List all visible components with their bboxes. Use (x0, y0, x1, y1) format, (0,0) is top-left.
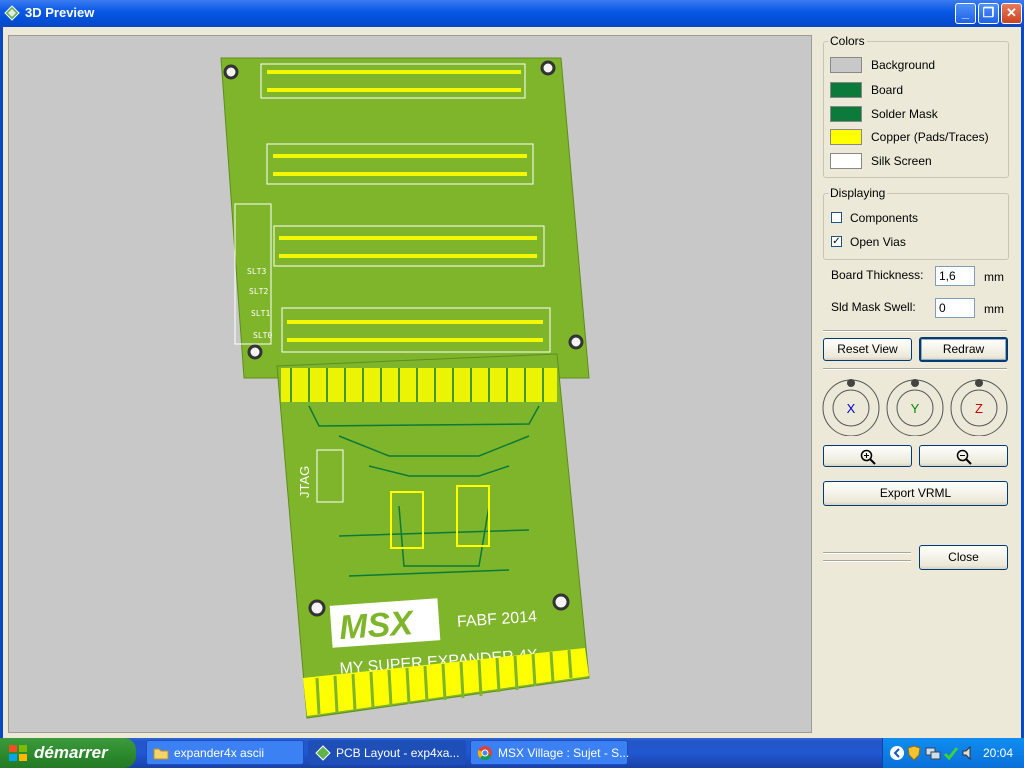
separator (823, 368, 1007, 370)
window-title: 3D Preview (25, 5, 95, 20)
slot-label-0: SLT0 (253, 331, 272, 340)
reset-view-button[interactable]: Reset View (823, 338, 912, 361)
slot-label-1: SLT1 (251, 309, 270, 318)
tray-arrow-icon[interactable] (889, 745, 905, 761)
pcb-board-upper (220, 57, 590, 379)
task-browser[interactable]: MSX Village : Sujet - S... (470, 740, 630, 765)
pcb-app-icon (315, 745, 331, 761)
network-icon[interactable] (925, 745, 941, 761)
zoom-in-icon (860, 449, 876, 465)
slot-label-2: SLT2 (249, 287, 268, 296)
solder-mask-color-label: Solder Mask (871, 107, 938, 121)
clock: 20:04 (983, 746, 1014, 760)
board-thickness-unit: mm (984, 270, 1004, 284)
task-label: PCB Layout - exp4xa... (336, 746, 460, 760)
security-shield-icon[interactable] (907, 745, 921, 761)
pcb-render: SLT3 SLT2 SLT1 SLT0 JTAG MSX FABF 2014 M… (220, 57, 590, 719)
restore-icon: ❐ (982, 5, 995, 20)
rotate-x-control[interactable]: X (821, 376, 881, 436)
separator (823, 330, 1007, 332)
export-vrml-button[interactable]: Export VRML (823, 481, 1008, 506)
start-label: démarrer (34, 743, 108, 762)
minimize-button[interactable]: _ (955, 3, 976, 24)
colors-legend: Colors (830, 34, 865, 48)
silk-screen-color-swatch[interactable] (830, 153, 862, 169)
chrome-icon (477, 746, 492, 761)
axis-z-label: Z (975, 401, 983, 416)
open-vias-checkbox[interactable]: ✓ (831, 236, 842, 247)
app-icon (4, 5, 20, 21)
safe-remove-icon[interactable] (943, 745, 959, 761)
task-label: MSX Village : Sujet - S... (498, 746, 630, 760)
windows-logo-icon (9, 745, 27, 761)
background-color-swatch[interactable] (830, 57, 862, 73)
start-button[interactable]: démarrer (0, 738, 136, 768)
mask-swell-label: Sld Mask Swell: (831, 300, 916, 314)
task-explorer[interactable]: expander4x ascii (146, 740, 304, 765)
progress-track (823, 560, 911, 562)
mask-swell-input[interactable] (935, 298, 975, 318)
background-color-label: Background (871, 58, 936, 72)
components-label: Components (850, 211, 919, 225)
board-thickness-label: Board Thickness: (831, 268, 924, 282)
progress-track (823, 552, 911, 554)
zoom-in-button[interactable] (823, 445, 912, 467)
maximize-button[interactable]: ❐ (978, 3, 999, 24)
silk-screen-color-label: Silk Screen (871, 154, 932, 168)
components-checkbox[interactable] (831, 212, 842, 223)
volume-icon[interactable] (961, 745, 977, 761)
taskbar: démarrer expander4x ascii PCB Layout - e… (0, 738, 1024, 768)
title-bar: 3D Preview _ ❐ ✕ (0, 0, 1024, 27)
board-color-label: Board (871, 83, 904, 97)
msx-logo: MSX (338, 604, 416, 647)
solder-mask-color-swatch[interactable] (830, 106, 862, 122)
jtag-label: JTAG (297, 466, 312, 498)
3d-viewport[interactable]: SLT3 SLT2 SLT1 SLT0 JTAG MSX FABF 2014 M… (8, 35, 812, 733)
board-thickness-input[interactable] (935, 266, 975, 286)
copper-color-swatch[interactable] (830, 129, 862, 145)
axis-x-label: X (847, 401, 856, 416)
close-window-button[interactable]: ✕ (1001, 3, 1022, 24)
copper-color-label: Copper (Pads/Traces) (871, 130, 989, 144)
board-color-swatch[interactable] (830, 82, 862, 98)
task-label: expander4x ascii (174, 746, 265, 760)
check-icon: ✓ (832, 236, 841, 247)
pad-strip (281, 368, 557, 402)
displaying-legend: Displaying (830, 186, 886, 200)
folder-icon (153, 748, 169, 760)
close-icon: ✕ (1006, 5, 1017, 20)
close-button[interactable]: Close (919, 545, 1008, 570)
open-vias-label: Open Vias (850, 235, 906, 249)
zoom-out-icon (956, 449, 972, 465)
task-pcb-layout[interactable]: PCB Layout - exp4xa... (308, 740, 466, 765)
minimize-icon: _ (961, 5, 970, 20)
mask-swell-unit: mm (984, 302, 1004, 316)
redraw-button[interactable]: Redraw (919, 337, 1008, 362)
rotate-z-control[interactable]: Z (949, 376, 1009, 436)
axis-y-label: Y (911, 401, 920, 416)
zoom-out-button[interactable] (919, 445, 1008, 467)
slot-label-3: SLT3 (247, 267, 266, 276)
rotate-y-control[interactable]: Y (885, 376, 945, 436)
